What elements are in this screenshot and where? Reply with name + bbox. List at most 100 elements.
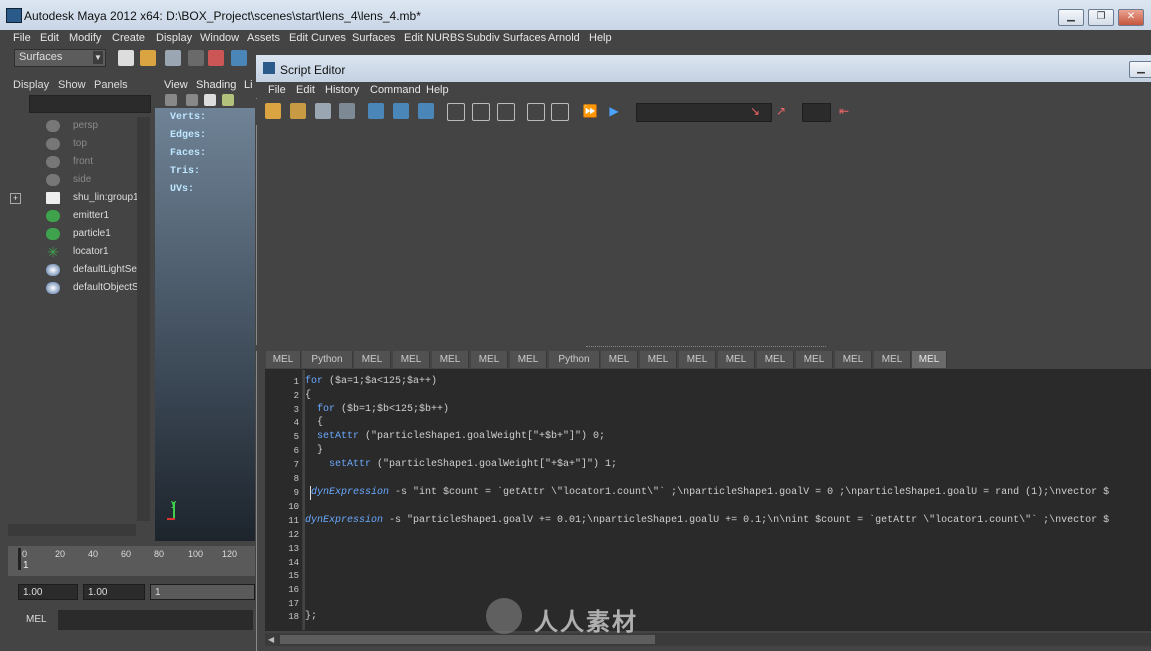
camera-attributes-icon[interactable] [186,94,198,106]
outliner-item[interactable]: + shu_lin:group1 [8,190,139,207]
show-input-icon[interactable] [472,103,490,121]
select-object-icon[interactable] [208,50,224,66]
outliner-item[interactable]: particle1 [8,226,136,243]
menu-surfaces[interactable]: Surfaces [352,32,395,44]
range-slider-field[interactable]: 1 [150,584,255,600]
tab-mel[interactable]: MEL [471,351,508,368]
tab-python[interactable]: Python [302,351,353,368]
tab-python[interactable]: Python [549,351,600,368]
se-menu-command[interactable]: Command [370,84,421,96]
outliner-item[interactable]: side [8,172,136,189]
open-script-icon[interactable] [265,103,281,119]
command-input[interactable] [58,610,253,630]
select-component-icon[interactable] [231,50,247,66]
camera-icon[interactable] [165,94,177,106]
tab-mel[interactable]: MEL [679,351,716,368]
tab-mel[interactable]: MEL [393,351,430,368]
tab-mel[interactable]: MEL [266,351,301,368]
execute-icon[interactable]: ▶ [606,103,622,119]
execute-all-icon[interactable]: ⏩ [582,103,598,119]
outliner-item[interactable]: persp [8,118,136,135]
menu-file[interactable]: File [13,32,31,44]
clear-all-icon[interactable] [418,103,434,119]
save-script-icon[interactable] [315,103,331,119]
select-hierarchy-icon[interactable] [188,50,204,66]
outliner-item[interactable]: top [8,136,136,153]
current-frame: 1 [23,560,29,571]
close-button[interactable]: ✕ [1118,9,1144,26]
menu-window[interactable]: Window [200,32,239,44]
outliner-item[interactable]: emitter1 [8,208,136,225]
script-editor-minimize-button[interactable]: ▁ [1129,61,1151,78]
expand-icon[interactable]: + [10,193,21,204]
start-time-field[interactable]: 1.00 [18,584,78,600]
menu-assets[interactable]: Assets [247,32,280,44]
menu-create[interactable]: Create [112,32,145,44]
wireframe-icon[interactable] [222,94,234,106]
se-menu-history[interactable]: History [325,84,359,96]
show-both-icon[interactable] [497,103,515,121]
se-menu-edit[interactable]: Edit [296,84,315,96]
outliner-menu-show[interactable]: Show [58,79,86,91]
minimize-button[interactable]: ▁ [1058,9,1084,26]
outliner-item[interactable]: defaultLightSe [8,262,137,279]
outliner-item[interactable]: defaultObjectS [8,280,139,297]
tab-mel[interactable]: MEL [640,351,677,368]
menu-edit-curves[interactable]: Edit Curves [289,32,346,44]
search-down-icon[interactable]: ↘ [747,103,763,119]
scroll-left-icon[interactable]: ◀ [268,635,276,644]
save-to-shelf-icon[interactable] [339,103,355,119]
grid-icon[interactable] [204,94,216,106]
tab-mel[interactable]: MEL [718,351,755,368]
viewport-menu-lighting[interactable]: Li [244,79,253,91]
new-scene-icon[interactable] [118,50,134,66]
menu-edit[interactable]: Edit [40,32,59,44]
menu-help[interactable]: Help [589,32,612,44]
outliner-vertical-scrollbar[interactable] [137,117,150,521]
echo-all-commands-icon[interactable] [527,103,545,121]
menu-arnold[interactable]: Arnold [548,32,580,44]
menu-edit-nurbs[interactable]: Edit NURBS [404,32,465,44]
tab-mel[interactable]: MEL [432,351,469,368]
menu-modify[interactable]: Modify [69,32,101,44]
outliner-horizontal-scrollbar[interactable] [8,524,136,536]
tab-mel[interactable]: MEL [354,351,391,368]
tab-mel[interactable]: MEL [601,351,638,368]
se-menu-file[interactable]: File [268,84,286,96]
clear-input-icon[interactable] [393,103,409,119]
viewport-menu-shading[interactable]: Shading [196,79,236,91]
menuset-dropdown[interactable]: Surfaces ▼ [14,49,106,67]
search-up-icon[interactable]: ↗ [773,103,789,119]
tab-mel[interactable]: MEL [796,351,833,368]
tab-mel[interactable]: MEL [874,351,911,368]
outliner-item[interactable]: front [8,154,136,171]
history-pane[interactable] [262,127,1151,345]
save-scene-icon[interactable] [165,50,181,66]
show-history-icon[interactable] [447,103,465,121]
clear-history-icon[interactable] [368,103,384,119]
se-menu-help[interactable]: Help [426,84,449,96]
tab-mel-active[interactable]: MEL [912,351,947,368]
viewport-menu-view[interactable]: View [164,79,188,91]
time-slider[interactable]: 1 [8,546,255,576]
outliner-menu-display[interactable]: Display [13,79,49,91]
goto-line-icon[interactable]: ⇤ [836,103,852,119]
current-time-marker[interactable] [18,548,21,570]
line-numbers-icon[interactable] [551,103,569,121]
outliner-search-input[interactable] [29,95,151,113]
outliner-item[interactable]: ✳ locator1 [8,244,136,261]
source-script-icon[interactable] [290,103,306,119]
tab-mel[interactable]: MEL [835,351,872,368]
goto-line-field[interactable] [802,103,831,122]
code-line: } [305,445,324,456]
menu-display[interactable]: Display [156,32,192,44]
command-language-button[interactable]: MEL [10,611,55,629]
hud-faces: Faces: [170,148,207,159]
open-scene-icon[interactable] [140,50,156,66]
tab-mel[interactable]: MEL [510,351,547,368]
tab-mel[interactable]: MEL [757,351,794,368]
menu-subdiv-surfaces[interactable]: Subdiv Surfaces [466,32,546,44]
maximize-button[interactable]: ❐ [1088,9,1114,26]
outliner-menu-panels[interactable]: Panels [94,79,128,91]
playback-start-field[interactable]: 1.00 [83,584,145,600]
